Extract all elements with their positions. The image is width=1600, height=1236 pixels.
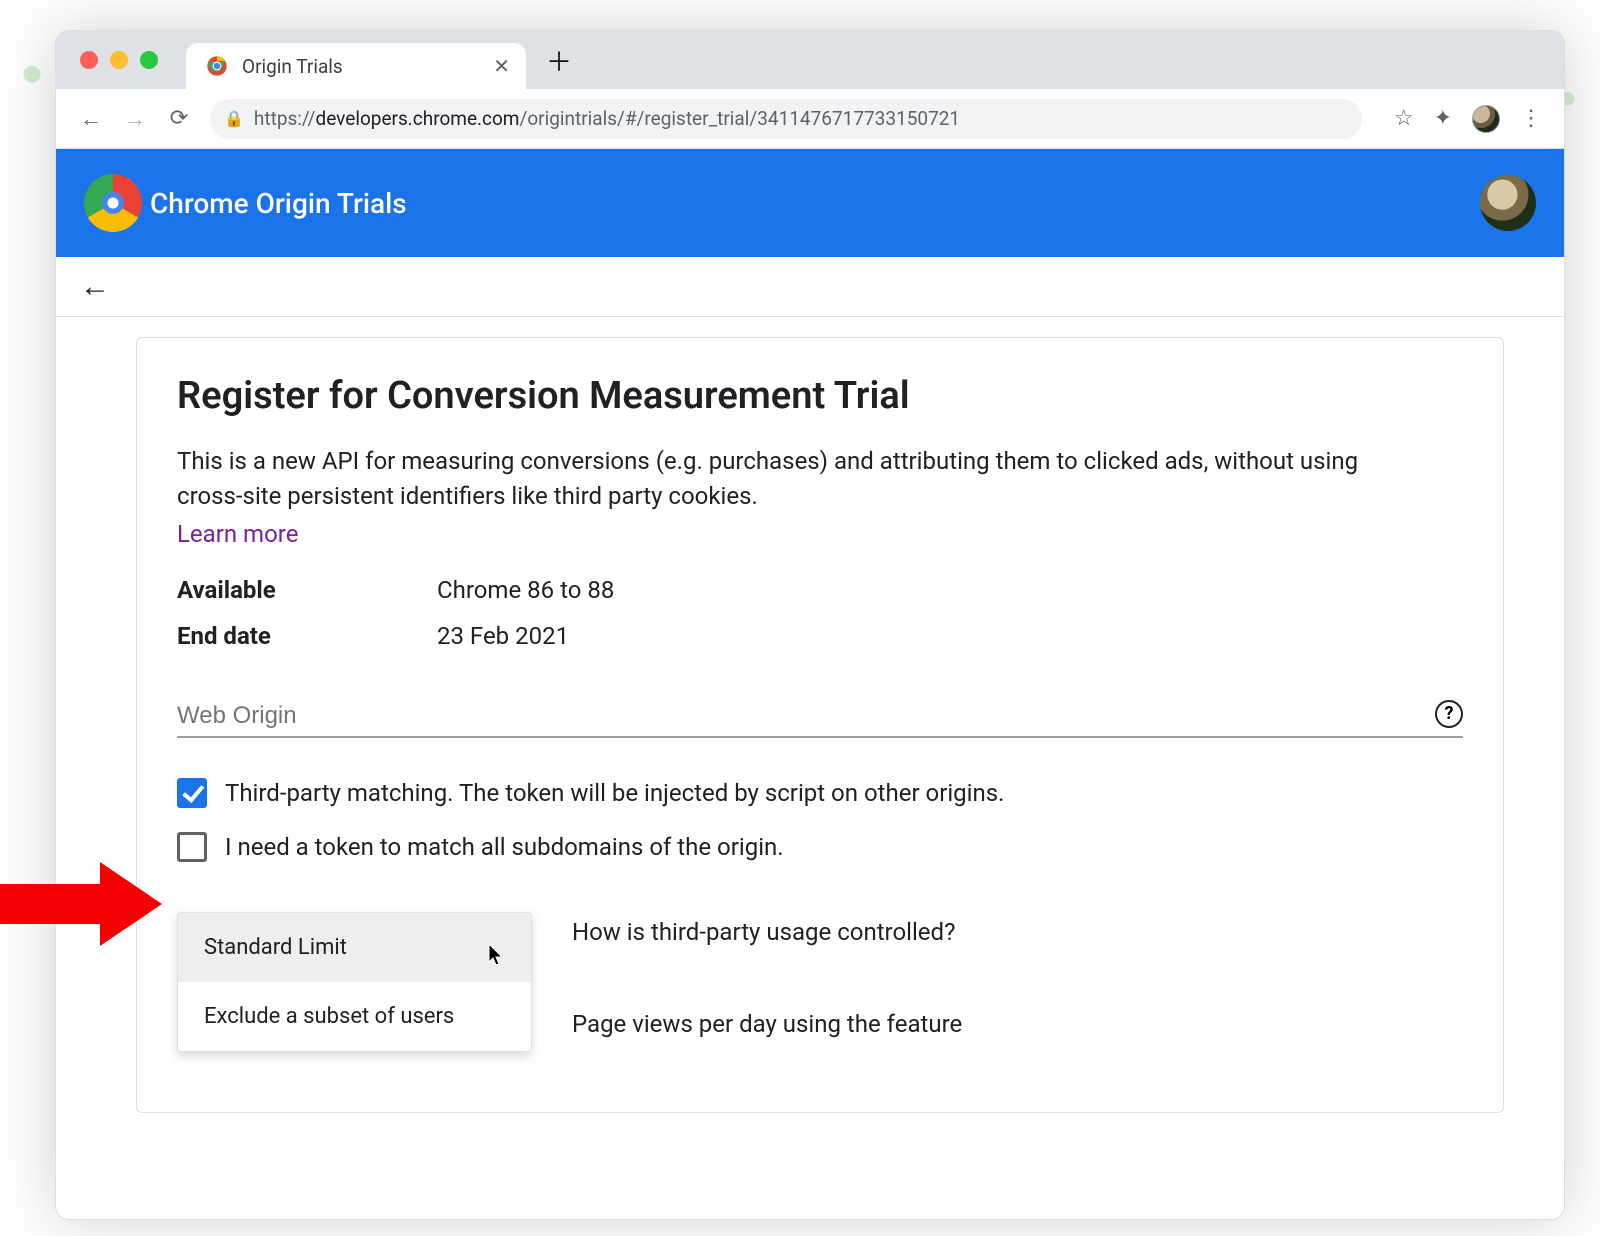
back-button[interactable]: ← <box>78 106 104 132</box>
page-views-label: Page views per day using the feature <box>572 1010 962 1038</box>
subdomains-checkbox[interactable] <box>177 832 207 862</box>
profile-avatar-large[interactable] <box>1480 175 1536 231</box>
available-value: Chrome 86 to 88 <box>437 576 614 604</box>
web-origin-input[interactable] <box>177 702 1419 730</box>
web-origin-row: ? <box>177 700 1463 738</box>
forward-button[interactable]: → <box>122 106 148 132</box>
third-party-checkbox-row: Third-party matching. The token will be … <box>177 778 1463 808</box>
maximize-window-button[interactable] <box>140 51 158 69</box>
close-tab-icon[interactable]: ✕ <box>493 54 510 78</box>
extensions-icon[interactable]: ✦ <box>1434 106 1452 131</box>
bookmark-icon[interactable]: ☆ <box>1394 106 1414 131</box>
close-window-button[interactable] <box>80 51 98 69</box>
third-party-label: Third-party matching. The token will be … <box>225 779 1004 807</box>
subdomains-label: I need a token to match all subdomains o… <box>225 833 784 861</box>
third-party-usage-question: How is third-party usage controlled? <box>572 918 962 946</box>
tab-title: Origin Trials <box>242 55 479 78</box>
help-icon[interactable]: ? <box>1435 700 1463 728</box>
tab-favicon-icon <box>206 55 228 77</box>
page-description: This is a new API for measuring conversi… <box>177 444 1377 514</box>
url-field[interactable]: 🔒 https://developers.chrome.com/origintr… <box>210 99 1362 139</box>
url-text: https://developers.chrome.com/origintria… <box>254 107 960 130</box>
end-date-value: 23 Feb 2021 <box>437 622 569 650</box>
dropdown-option-exclude[interactable]: Exclude a subset of users <box>178 982 531 1051</box>
app-title: Chrome Origin Trials <box>150 187 407 220</box>
new-tab-button[interactable]: ＋ <box>538 36 580 85</box>
lock-icon: 🔒 <box>224 109 244 128</box>
app-header: Chrome Origin Trials <box>56 149 1564 257</box>
browser-menu-icon[interactable]: ⋮ <box>1520 106 1542 131</box>
minimize-window-button[interactable] <box>110 51 128 69</box>
subdomains-checkbox-row: I need a token to match all subdomains o… <box>177 832 1463 862</box>
available-label: Available <box>177 576 437 604</box>
browser-tab[interactable]: Origin Trials ✕ <box>186 43 526 89</box>
end-date-row: End date 23 Feb 2021 <box>177 622 1463 650</box>
window-controls <box>80 51 158 69</box>
mouse-cursor-icon <box>488 943 506 972</box>
available-row: Available Chrome 86 to 88 <box>177 576 1463 604</box>
browser-window: Origin Trials ✕ ＋ ← → ⟳ 🔒 https://develo… <box>55 30 1565 1220</box>
content-card: Register for Conversion Measurement Tria… <box>136 337 1504 1113</box>
usage-limit-dropdown[interactable]: Standard Limit Exclude a subset of users <box>177 912 532 1052</box>
callout-arrow <box>0 862 170 946</box>
back-arrow-icon[interactable]: ← <box>80 269 110 304</box>
tab-strip: Origin Trials ✕ ＋ <box>56 31 1564 89</box>
reload-button[interactable]: ⟳ <box>166 106 192 131</box>
learn-more-link[interactable]: Learn more <box>177 520 1463 548</box>
dropdown-option-standard[interactable]: Standard Limit <box>178 913 531 982</box>
sub-nav: ← <box>56 257 1564 317</box>
end-date-label: End date <box>177 622 437 650</box>
page-title: Register for Conversion Measurement Tria… <box>177 374 1463 418</box>
chrome-logo-icon <box>84 174 142 232</box>
third-party-checkbox[interactable] <box>177 778 207 808</box>
address-bar: ← → ⟳ 🔒 https://developers.chrome.com/or… <box>56 89 1564 149</box>
profile-avatar-small[interactable] <box>1472 105 1500 133</box>
